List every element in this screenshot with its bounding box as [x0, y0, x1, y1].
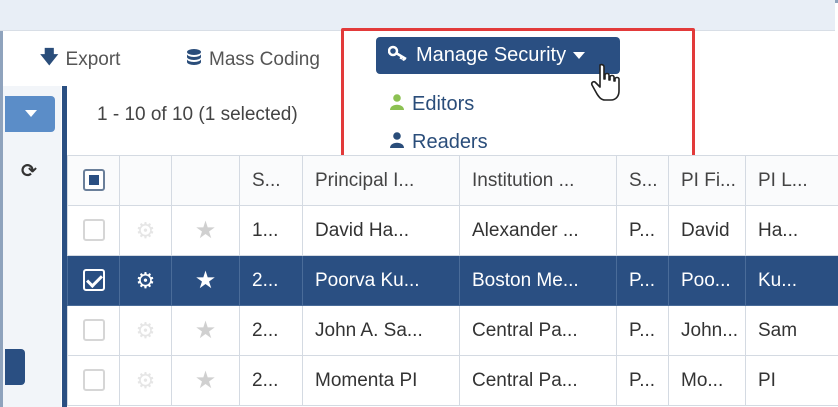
column-header[interactable]: Principal I... — [302, 155, 460, 206]
table-cell: Central Pa... — [459, 355, 617, 406]
row-checkbox-checked[interactable] — [82, 269, 105, 292]
row-select-cell[interactable] — [67, 355, 120, 406]
table-cell: 2... — [239, 305, 303, 356]
row-star-cell[interactable]: ★ — [171, 255, 240, 306]
select-all-checkbox[interactable] — [82, 169, 105, 192]
table-row[interactable]: ⚙ ★ 2... Momenta PI Central Pa... P... M… — [67, 355, 838, 406]
row-checkbox[interactable] — [82, 219, 105, 242]
gear-icon[interactable]: ⚙ — [136, 268, 156, 293]
row-select-cell[interactable] — [67, 305, 120, 356]
table-row[interactable]: ⚙ ★ 1... David Ha... Alexander ... P... … — [67, 205, 838, 256]
table-cell: Poo... — [668, 255, 746, 306]
column-header[interactable]: S... — [239, 155, 303, 206]
select-all-cell[interactable] — [67, 155, 120, 206]
mass-coding-button[interactable]: Mass Coding — [186, 47, 320, 73]
export-label: Export — [65, 49, 121, 70]
table-cell: Alexander ... — [459, 205, 617, 256]
row-gear-cell[interactable]: ⚙ — [119, 355, 172, 406]
row-gear-cell[interactable]: ⚙ — [119, 255, 172, 306]
table-row[interactable]: ⚙ ★ 2... John A. Sa... Central Pa... P..… — [67, 305, 838, 356]
table-cell: Poorva Ku... — [302, 255, 460, 306]
row-star-cell[interactable]: ★ — [171, 305, 240, 356]
table-cell: P... — [616, 305, 669, 356]
table-cell: P... — [616, 355, 669, 406]
table-cell: Ku... — [745, 255, 838, 306]
star-icon[interactable]: ★ — [195, 267, 217, 294]
pager-info: 1 - 10 of 10 (1 selected) — [97, 104, 298, 125]
header-star — [171, 155, 240, 206]
table-cell: John... — [668, 305, 746, 356]
row-checkbox[interactable] — [82, 369, 105, 392]
database-icon — [186, 48, 202, 73]
export-button[interactable]: 🡇 Export — [40, 47, 120, 73]
download-arrow-icon: 🡇 — [40, 47, 59, 67]
table-cell: Boston Me... — [459, 255, 617, 306]
chevron-down-icon — [573, 52, 586, 59]
table-cell: PI — [745, 355, 838, 406]
results-grid: S... Principal I... Institution ... S...… — [67, 155, 838, 406]
table-cell: P... — [616, 205, 669, 256]
row-star-cell[interactable]: ★ — [171, 355, 240, 406]
column-header[interactable]: PI Fi... — [668, 155, 746, 206]
key-icon — [387, 45, 408, 66]
header-gear — [119, 155, 172, 206]
refresh-icon[interactable]: ⟳ — [21, 160, 37, 183]
header-row: S... Principal I... Institution ... S...… — [67, 155, 838, 206]
manage-security-label: Manage Security — [416, 44, 567, 66]
table-cell: David Ha... — [302, 205, 460, 256]
row-select-cell[interactable] — [67, 255, 120, 306]
manage-security-button[interactable]: Manage Security — [376, 37, 620, 74]
table-cell: John A. Sa... — [302, 305, 460, 356]
row-gear-cell[interactable]: ⚙ — [119, 205, 172, 256]
panel-dropdown-button[interactable] — [5, 96, 55, 132]
star-icon[interactable]: ★ — [195, 217, 217, 244]
mass-coding-label: Mass Coding — [209, 49, 320, 70]
row-select-cell[interactable] — [67, 205, 120, 256]
table-cell: Central Pa... — [459, 305, 617, 356]
table-cell: P... — [616, 255, 669, 306]
gear-icon[interactable]: ⚙ — [136, 218, 156, 243]
star-icon[interactable]: ★ — [195, 317, 217, 344]
table-cell: 1... — [239, 205, 303, 256]
row-checkbox[interactable] — [82, 319, 105, 342]
row-gear-cell[interactable]: ⚙ — [119, 305, 172, 356]
row-star-cell[interactable]: ★ — [171, 205, 240, 256]
top-bar — [0, 0, 835, 31]
table-cell: Momenta PI — [302, 355, 460, 406]
column-header[interactable]: PI L... — [745, 155, 838, 206]
gear-icon[interactable]: ⚙ — [136, 318, 156, 343]
gear-icon[interactable]: ⚙ — [136, 368, 156, 393]
star-icon[interactable]: ★ — [195, 367, 217, 394]
table-cell: Mo... — [668, 355, 746, 406]
column-header[interactable]: S... — [616, 155, 669, 206]
table-cell: 2... — [239, 355, 303, 406]
table-cell: David — [668, 205, 746, 256]
panel-toggle-button[interactable] — [5, 349, 25, 385]
table-cell: Ha... — [745, 205, 838, 256]
table-cell: 2... — [239, 255, 303, 306]
table-cell: Sam — [745, 305, 838, 356]
column-header[interactable]: Institution ... — [459, 155, 617, 206]
table-row-selected[interactable]: ⚙ ★ 2... Poorva Ku... Boston Me... P... … — [67, 255, 838, 306]
